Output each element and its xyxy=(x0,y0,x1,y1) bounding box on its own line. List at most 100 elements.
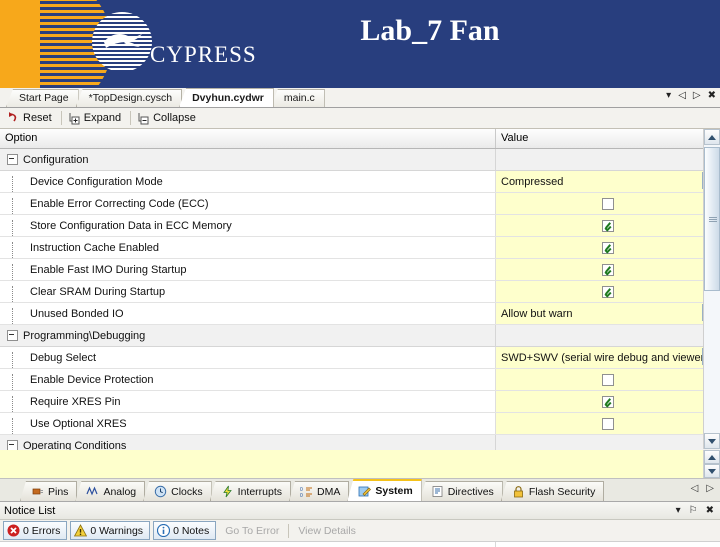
checkbox-checked[interactable] xyxy=(602,285,614,298)
scroll-down-button[interactable] xyxy=(704,433,720,449)
option-cell: Unused Bonded IO xyxy=(0,303,496,324)
grid-option-row[interactable]: Instruction Cache Enabled xyxy=(0,237,720,259)
view-tab-directives[interactable]: Directives xyxy=(419,481,503,501)
value-cell[interactable]: Compressed xyxy=(496,171,720,192)
value-cell[interactable] xyxy=(496,369,720,390)
collapse-minus-icon[interactable] xyxy=(7,330,18,341)
grid-option-row[interactable]: Store Configuration Data in ECC Memory xyxy=(0,215,720,237)
document-tab-1[interactable]: *TopDesign.cysch xyxy=(75,89,183,107)
grid-option-row[interactable]: Debug Select SWD+SWV (serial wire debug a… xyxy=(0,347,720,369)
clock-icon xyxy=(154,485,167,498)
grid-vertical-scrollbar[interactable] xyxy=(703,129,720,449)
description-scrollbar[interactable] xyxy=(703,450,720,478)
panel-menu-icon[interactable]: ▾ xyxy=(676,505,681,516)
scroll-down-arrow-icon xyxy=(708,438,716,444)
scroll-up-button[interactable] xyxy=(704,129,720,145)
view-tab-clocks[interactable]: Clocks xyxy=(143,481,212,501)
option-label: Programming\Debugging xyxy=(23,329,146,342)
view-tab-interrupts[interactable]: Interrupts xyxy=(209,481,292,501)
scrollbar-track[interactable] xyxy=(704,145,720,433)
svg-text:0: 0 xyxy=(300,493,303,498)
value-cell[interactable] xyxy=(496,193,720,214)
view-tab-list: Pins Analog Clocks Interrupts 0 0 DMA System Dir… xyxy=(20,479,605,501)
scroll-tabs-right-icon[interactable]: ▷ xyxy=(693,90,701,102)
grid-option-row[interactable]: Enable Error Correcting Code (ECC) xyxy=(0,193,720,215)
pin-panel-icon[interactable]: ⚐ xyxy=(689,505,698,516)
lightning-icon xyxy=(221,485,234,498)
collapse-button[interactable]: Collapse xyxy=(133,109,203,127)
checkbox-checked[interactable] xyxy=(602,219,614,232)
grid-group-row[interactable]: Programming\Debugging xyxy=(0,325,720,347)
option-label: Unused Bonded IO xyxy=(30,307,124,320)
description-scroll-up-button[interactable] xyxy=(704,450,720,464)
value-cell[interactable]: Allow but warn xyxy=(496,303,720,324)
scrollbar-thumb[interactable] xyxy=(704,147,720,291)
view-tab-analog[interactable]: Analog xyxy=(75,481,146,501)
checkbox-unchecked[interactable] xyxy=(602,373,614,386)
grid-option-row[interactable]: Use Optional XRES xyxy=(0,413,720,435)
option-cell: Programming\Debugging xyxy=(0,325,496,346)
value-cell[interactable] xyxy=(496,259,720,280)
tab-list-dropdown-icon[interactable]: ▾ xyxy=(666,90,671,102)
document-tab-label: Start Page xyxy=(19,92,69,104)
expand-button[interactable]: Expand xyxy=(64,109,128,127)
errors-button[interactable]: 0 Errors xyxy=(3,521,68,540)
checkbox-checked[interactable] xyxy=(602,263,614,276)
value-cell[interactable] xyxy=(496,215,720,236)
view-tab-system[interactable]: System xyxy=(347,479,422,501)
description-scroll-down-button[interactable] xyxy=(704,464,720,478)
view-tab-flash-security[interactable]: Flash Security xyxy=(500,481,605,501)
scroll-tabs-left-icon[interactable]: ◁ xyxy=(678,90,686,102)
value-cell xyxy=(496,435,720,450)
grid-toolbar: Reset Expand Collapse xyxy=(0,108,720,129)
scroll-up-arrow-icon xyxy=(708,134,716,140)
document-tab-2[interactable]: Dvyhun.cydwr xyxy=(179,88,274,107)
grid-group-row[interactable]: Configuration xyxy=(0,149,720,171)
document-tabs: Start Page *TopDesign.cysch Dvyhun.cydwr ma… xyxy=(6,88,325,107)
notes-button[interactable]: 0 Notes xyxy=(153,521,217,540)
grid-option-row[interactable]: Clear SRAM During Startup xyxy=(0,281,720,303)
close-panel-icon[interactable]: ✖ xyxy=(706,505,714,516)
value-cell[interactable] xyxy=(496,391,720,412)
checkbox-unchecked[interactable] xyxy=(602,197,614,210)
document-tab-label: main.c xyxy=(283,92,315,104)
value-cell[interactable] xyxy=(496,413,720,434)
grid-group-row[interactable]: Operating Conditions xyxy=(0,435,720,450)
go-to-error-action[interactable]: Go To Error xyxy=(219,525,285,537)
lock-icon xyxy=(512,485,525,498)
view-tab-label: DMA xyxy=(317,485,341,498)
document-tab-3[interactable]: main.c xyxy=(270,89,325,107)
reset-button[interactable]: Reset xyxy=(3,109,59,127)
grid-option-row[interactable]: Require XRES Pin xyxy=(0,391,720,413)
value-cell[interactable] xyxy=(496,281,720,302)
close-tab-icon[interactable]: ✖ xyxy=(708,90,716,102)
value-cell[interactable] xyxy=(496,237,720,258)
desc-scroll-up-arrow-icon xyxy=(708,454,716,460)
option-label: Debug Select xyxy=(30,351,97,364)
grid-option-row[interactable]: Unused Bonded IO Allow but warn xyxy=(0,303,720,325)
column-header-option[interactable]: Option xyxy=(0,129,496,148)
page-title: Lab_7 Fan xyxy=(360,14,500,47)
checkbox-checked[interactable] xyxy=(602,395,614,408)
scroll-view-tabs-left-icon[interactable]: ◁ xyxy=(691,483,699,494)
notice-list-title: Notice List xyxy=(4,504,56,517)
document-tab-0[interactable]: Start Page xyxy=(6,89,79,107)
view-details-action[interactable]: View Details xyxy=(292,525,362,537)
value-cell[interactable]: SWD+SWV (serial wire debug and viewer) xyxy=(496,347,720,368)
collapse-minus-icon[interactable] xyxy=(7,154,18,165)
grid-option-row[interactable]: Enable Device Protection xyxy=(0,369,720,391)
description-panel xyxy=(0,450,720,479)
checkbox-unchecked[interactable] xyxy=(602,417,614,430)
warnings-button[interactable]: 0 Warnings xyxy=(70,521,151,540)
column-header-value[interactable]: Value xyxy=(496,129,720,148)
grid-option-row[interactable]: Device Configuration Mode Compressed xyxy=(0,171,720,193)
collapse-label: Collapse xyxy=(153,112,196,124)
collapse-minus-icon[interactable] xyxy=(7,440,18,450)
resource-view-tabs: Pins Analog Clocks Interrupts 0 0 DMA System Dir… xyxy=(0,479,720,502)
view-tab-dma[interactable]: 0 0 DMA xyxy=(289,481,350,501)
grid-option-row[interactable]: Enable Fast IMO During Startup xyxy=(0,259,720,281)
view-tab-pins[interactable]: Pins xyxy=(20,481,78,501)
checkbox-checked[interactable] xyxy=(602,241,614,254)
scroll-view-tabs-right-icon[interactable]: ▷ xyxy=(706,483,714,494)
notice-list-grid xyxy=(0,541,720,547)
